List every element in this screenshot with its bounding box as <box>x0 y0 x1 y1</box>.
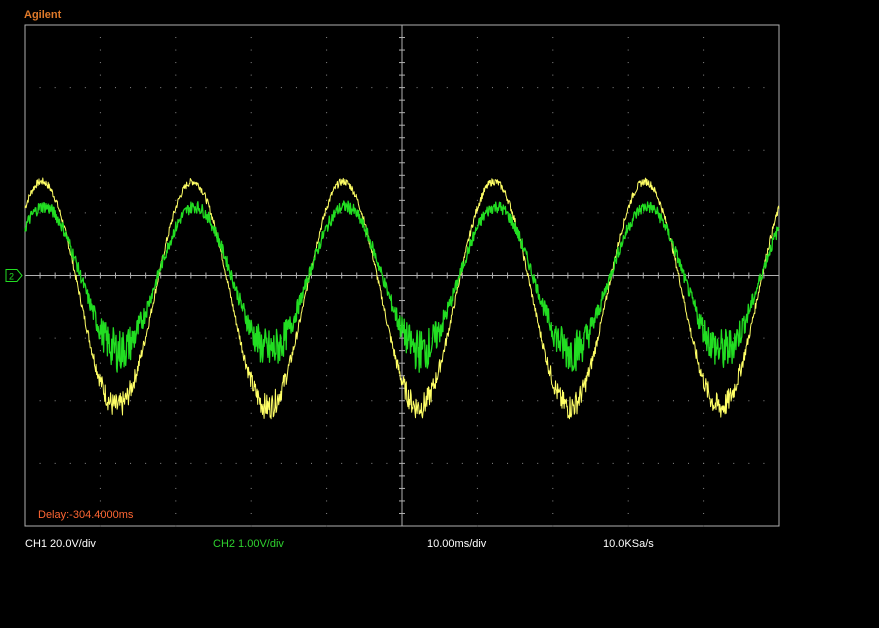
ch2-scale-label: CH2 1.00V/div <box>213 538 284 550</box>
ch2-ground-marker: 2 <box>5 269 23 282</box>
ground-marker-label: 2 <box>9 272 14 282</box>
scope-display: 2 Delay:-304.4000ms <box>5 24 780 527</box>
oscilloscope-screen: Agilent 2 Delay:-304.4000ms CH1 20.0V/di… <box>0 0 879 628</box>
ch1-scale-label: CH1 20.0V/div <box>25 538 96 550</box>
sample-rate-label: 10.0KSa/s <box>603 538 654 550</box>
timebase-label: 10.00ms/div <box>427 538 487 550</box>
grid <box>24 24 780 527</box>
delay-label: Delay:-304.4000ms <box>38 509 134 521</box>
